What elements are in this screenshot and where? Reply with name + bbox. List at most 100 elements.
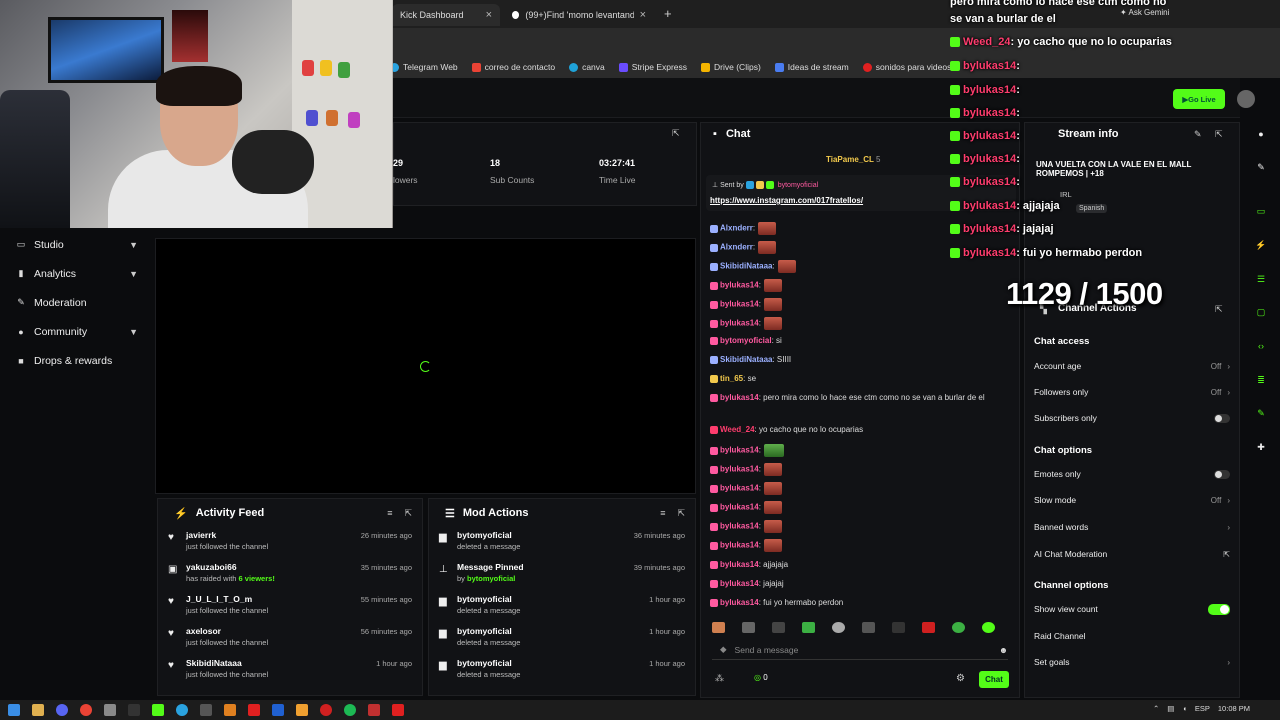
popout-icon[interactable]: ⇱ — [404, 508, 412, 519]
subscribers-only-toggle[interactable] — [1214, 413, 1230, 423]
sidebar-item-studio[interactable]: ▭ Studio ▼ — [0, 230, 152, 259]
emote-icon[interactable] — [772, 621, 785, 633]
chat-username[interactable]: SkibidiNataaa — [720, 355, 772, 364]
emote-icon[interactable] — [922, 621, 935, 633]
settings-icon[interactable] — [104, 704, 116, 716]
bookmark-telegram[interactable]: Telegram Web — [390, 62, 458, 72]
emote-icon[interactable] — [862, 621, 875, 633]
sidebar-item-community[interactable]: ● Community ▼ — [0, 317, 152, 346]
filter-icon[interactable]: ≡ — [660, 508, 665, 519]
list-icon[interactable]: ☰ — [1255, 274, 1267, 286]
pinned-link[interactable]: https://www.instagram.com/017fratellos/ — [710, 196, 863, 205]
ai-moderation-setting[interactable]: AI Chat Moderation ⇱ — [1034, 546, 1230, 562]
layers-icon[interactable]: ≣ — [1255, 375, 1267, 387]
bookmark-stripe[interactable]: Stripe Express — [618, 62, 687, 72]
network-icon[interactable]: ▤ — [1167, 704, 1174, 713]
chat-settings-icon[interactable]: ⚙ — [956, 673, 965, 684]
popout-icon[interactable]: ⇱ — [677, 508, 685, 519]
pinned-sender[interactable]: bytomyoficial — [778, 182, 818, 189]
chat-username[interactable]: bytomyoficial — [720, 336, 772, 345]
chat-input[interactable]: ◆ Send a message ☻ — [712, 640, 1008, 660]
set-goals-setting[interactable]: Set goals › — [1034, 654, 1230, 670]
emote-icon[interactable] — [742, 621, 755, 633]
app-icon[interactable] — [128, 704, 140, 716]
chat-username[interactable]: bylukas14 — [720, 465, 759, 474]
emoji-icon[interactable]: ☻ — [999, 645, 1008, 655]
chat-username[interactable]: tin_65 — [720, 374, 743, 383]
chevron-up-icon[interactable]: ⌃ — [1153, 704, 1159, 713]
discord-icon[interactable] — [56, 704, 68, 716]
sidebar-item-analytics[interactable]: ▮ Analytics ▼ — [0, 259, 152, 288]
chat-username[interactable]: Alxnderr — [720, 224, 753, 233]
chat-rules-icon[interactable]: ⁂ — [715, 673, 724, 684]
chat-username[interactable]: bylukas14 — [720, 319, 759, 328]
kick-icon[interactable] — [152, 704, 164, 716]
tab-find[interactable]: (99+)Find 'momo levantando l × — [504, 4, 654, 26]
photoshop-icon[interactable] — [272, 704, 284, 716]
chat-icon[interactable]: ▢ — [1255, 307, 1267, 319]
sidebar-item-drops[interactable]: ■ Drops & rewards — [0, 346, 152, 375]
app-icon[interactable] — [224, 704, 236, 716]
followers-only-setting[interactable]: Followers only Off › — [1034, 384, 1230, 400]
wrench-icon[interactable]: ✎ — [1255, 408, 1267, 420]
emote-icon[interactable] — [982, 621, 995, 633]
bookmark-drive[interactable]: Drive (Clips) — [701, 62, 761, 72]
obs-icon[interactable] — [320, 704, 332, 716]
chat-username[interactable]: bylukas14 — [720, 560, 759, 569]
show-view-count-toggle[interactable] — [1208, 603, 1230, 615]
chat-username[interactable]: bylukas14 — [720, 393, 759, 402]
add-widget-icon[interactable]: ✚ — [1255, 442, 1267, 454]
emote-icon[interactable] — [832, 621, 845, 633]
slow-mode-setting[interactable]: Slow mode Off › — [1034, 492, 1230, 508]
bookmark-canva[interactable]: canva — [569, 62, 605, 72]
chat-username[interactable]: bylukas14 — [720, 281, 759, 290]
new-tab-icon[interactable]: + — [664, 6, 672, 21]
windows-start-icon[interactable] — [8, 704, 20, 716]
code-icon[interactable]: ‹› — [1255, 341, 1267, 353]
mod-by[interactable]: bytomyoficial — [467, 574, 515, 583]
chat-username[interactable]: Alxnderr — [720, 243, 753, 252]
bookmark-correo[interactable]: correo de contacto — [471, 62, 555, 72]
volume-icon[interactable]: ◖ — [1182, 704, 1187, 713]
filter-icon[interactable]: ≡ — [387, 508, 392, 519]
tab-kick-dashboard[interactable]: Kick Dashboard × — [392, 4, 500, 26]
app-icon[interactable] — [392, 704, 404, 716]
emote-icon[interactable] — [802, 621, 815, 633]
sidebar-item-moderation[interactable]: ✎ Moderation — [0, 288, 152, 317]
telegram-icon[interactable] — [176, 704, 188, 716]
chat-username[interactable]: bylukas14 — [720, 503, 759, 512]
emote-icon[interactable] — [952, 621, 965, 633]
language-indicator[interactable]: ESP — [1195, 704, 1210, 713]
account-age-setting[interactable]: Account age Off › — [1034, 358, 1230, 374]
app-icon[interactable] — [296, 704, 308, 716]
popout-icon[interactable]: ⇱ — [672, 128, 680, 139]
emotes-only-toggle[interactable] — [1214, 469, 1230, 479]
pinned-top-user[interactable]: TiaPame_CL 5 — [826, 155, 880, 164]
app-icon[interactable] — [200, 704, 212, 716]
bookmark-ideas[interactable]: Ideas de stream — [774, 62, 849, 72]
points-display[interactable]: ◎ 0 — [754, 673, 768, 682]
chat-username[interactable]: bylukas14 — [720, 579, 759, 588]
clock[interactable]: 10:08 PM — [1218, 704, 1250, 713]
spotify-icon[interactable] — [344, 704, 356, 716]
file-explorer-icon[interactable] — [32, 704, 44, 716]
chat-username[interactable]: bylukas14 — [720, 446, 759, 455]
chat-username[interactable]: bylukas14 — [720, 522, 759, 531]
bookmark-sonidos[interactable]: sonidos para videos — [862, 62, 951, 72]
app-icon[interactable] — [248, 704, 260, 716]
close-tab-icon[interactable]: × — [640, 9, 646, 21]
raid-channel-setting[interactable]: Raid Channel — [1034, 628, 1230, 644]
banned-words-setting[interactable]: Banned words › — [1034, 519, 1230, 535]
chat-username[interactable]: bylukas14 — [720, 598, 759, 607]
popout-icon[interactable]: ⇱ — [1215, 304, 1223, 315]
emote-icon[interactable] — [892, 621, 905, 633]
close-tab-icon[interactable]: × — [486, 9, 492, 21]
chat-username[interactable]: bylukas14 — [720, 541, 759, 550]
chat-username[interactable]: SkibidiNataaa — [720, 262, 772, 271]
chat-username[interactable]: bylukas14 — [720, 300, 759, 309]
chat-username[interactable]: Weed_24 — [720, 425, 755, 434]
send-chat-button[interactable]: Chat — [979, 671, 1009, 688]
emote-icon[interactable] — [712, 621, 725, 633]
app-icon[interactable] — [368, 704, 380, 716]
chrome-icon[interactable] — [80, 704, 92, 716]
